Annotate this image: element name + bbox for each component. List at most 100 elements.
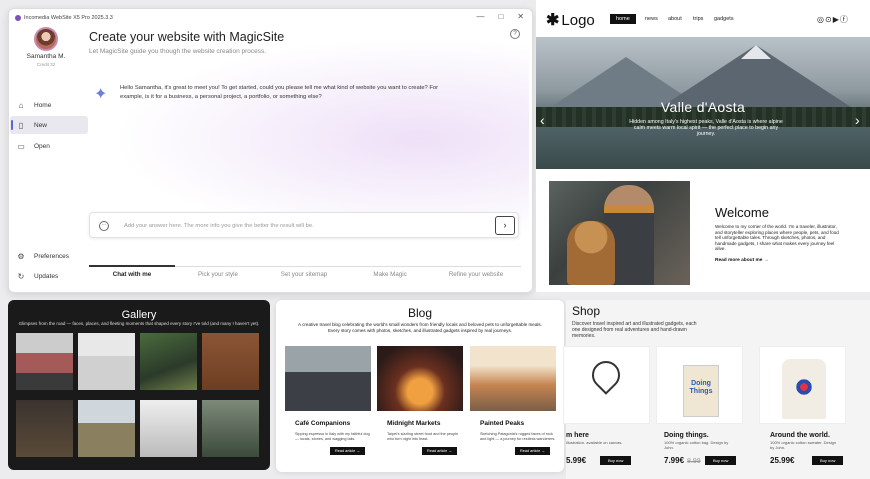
sweater-print [796,377,812,397]
gallery-image[interactable] [78,333,135,390]
gallery-subtitle: Glimpses from the road — faces, places, … [18,321,260,326]
blog-post-title[interactable]: Midnight Markets [387,420,440,427]
chat-input[interactable]: Add your answer here. The more info you … [124,223,314,229]
gallery-image[interactable] [140,333,197,390]
home-icon: ⌂ [18,100,24,110]
blog-post-title[interactable]: Café Companions [295,420,350,427]
map-pin-icon [586,355,626,395]
hero-title: Valle d'Aosta [660,99,746,115]
social-icons: ◎⊙▶ⓕ [817,14,849,25]
tote-bag: Doing Things [683,365,719,417]
sidebar-item-open[interactable]: ▭ Open [10,137,88,155]
step-make-magic[interactable]: Make Magic [347,271,433,278]
read-article-button[interactable]: Read article → [422,447,458,455]
step-pick-style[interactable]: Pick your style [175,271,261,278]
sweater [782,359,826,419]
blog-title: Blog [407,306,433,320]
gallery-image[interactable] [16,400,73,457]
site-nav-home[interactable]: home [610,14,636,24]
product-name[interactable]: Doing things. [664,432,709,439]
window-controls: — □ ✕ [476,12,524,21]
chevron-right-icon[interactable]: › [855,112,860,128]
facebook-icon[interactable]: ⓕ [840,15,849,24]
gallery-image[interactable] [202,400,259,457]
step-chat-with-me[interactable]: Chat with me [89,271,175,278]
help-icon[interactable]: ? [510,29,520,39]
site-logo[interactable]: ✱ Logo [546,10,595,30]
maximize-button[interactable]: □ [498,12,503,21]
gallery-image[interactable] [140,400,197,457]
sparkle-icon: ✦ [94,86,108,103]
send-button[interactable]: › [495,216,515,235]
blog-post-title[interactable]: Painted Peaks [480,420,524,427]
sidebar-item-new[interactable]: ▯ New [10,116,88,134]
logo-text: Logo [561,12,595,29]
step-refine-website[interactable]: Refine your website [433,271,519,278]
gear-icon: ⚙ [17,251,25,261]
site-nav-about[interactable]: about [668,16,682,22]
title-bar: Incomedia WebSite X5 Pro 2025.3.3 [9,9,532,27]
user-name: Samantha M. [26,53,66,60]
gallery-title: Gallery [121,309,157,321]
page-title: Create your website with MagicSite [89,30,285,44]
blog-post-image[interactable] [470,346,556,411]
gallery-image[interactable] [16,333,73,390]
product-desc: illustration. available on canvas. [566,440,623,445]
buy-now-button[interactable]: Buy now [600,456,632,465]
close-button[interactable]: ✕ [517,12,524,21]
asterisk-icon: ✱ [546,12,560,29]
site-nav-gadgets[interactable]: gadgets [714,16,734,22]
welcome-photo [549,181,690,285]
chat-input-box[interactable]: ··· Add your answer here. The more info … [89,212,519,238]
site-nav-news[interactable]: news [645,16,658,22]
step-set-sitemap[interactable]: Set your sitemap [261,271,347,278]
window-title: Incomedia WebSite X5 Pro 2025.3.3 [24,15,113,21]
sidebar-item-label: Updates [34,272,59,280]
product-price: 5.99€ [566,456,586,465]
pinterest-icon[interactable]: ⊙ [825,15,833,24]
product-image[interactable]: Doing Things [656,346,743,424]
blog-post-image[interactable] [285,346,371,411]
read-article-button[interactable]: Read article → [330,447,366,455]
price-value: 5.99€ [566,456,587,465]
chevron-left-icon[interactable]: ‹ [540,112,545,128]
gallery-image[interactable] [202,333,259,390]
dog-figure [567,221,615,285]
bag-print: Doing Things [689,380,713,395]
youtube-icon[interactable]: ▶ [833,15,840,24]
blog-post-image[interactable] [377,346,463,411]
price-value: 25.99€ [770,456,795,465]
sidebar-item-home[interactable]: ⌂ Home [10,96,88,114]
instagram-icon[interactable]: ◎ [817,15,825,24]
sidebar-item-preferences[interactable]: ⚙ Preferences [10,247,88,265]
product-price: 7.99€ 8.99 [664,456,701,465]
minimize-button[interactable]: — [476,12,484,21]
welcome-title: Welcome [715,205,769,220]
app-icon [15,15,21,21]
page-subtitle: Let MagicSite guide you though the websi… [89,48,267,55]
welcome-text: Welcome to my corner of the world. I'm a… [715,224,839,252]
site-nav-trips[interactable]: trips [693,16,703,22]
blog-post-text: Sketching Patagonia's rugged faces of ro… [480,432,556,441]
sidebar-item-label: Home [34,101,52,109]
product-image[interactable] [759,346,846,424]
avatar[interactable] [34,27,58,51]
read-article-button[interactable]: Read article → [515,447,551,455]
shop-subtitle: Discover travel inspired art and illustr… [572,321,697,339]
product-image[interactable] [563,346,650,424]
product-name[interactable]: m here [566,432,589,439]
old-price: 8.99 [687,458,701,465]
sidebar-item-updates[interactable]: ↻ Updates [10,267,88,285]
gallery-image[interactable] [78,400,135,457]
buy-now-button[interactable]: Buy now [812,456,844,465]
user-credits: Credit 32 [36,62,56,67]
snow-peak [741,45,771,59]
steps-progress [89,265,175,267]
read-more-link[interactable]: Read more about me → [715,258,769,263]
hero-text: Hidden among Italy's highest peaks, Vall… [629,119,783,137]
folder-icon: ▭ [17,141,25,151]
product-name[interactable]: Around the world. [770,432,830,439]
buy-now-button[interactable]: Buy now [705,456,737,465]
new-file-icon: ▯ [18,120,24,130]
refresh-icon: ↻ [17,271,25,281]
